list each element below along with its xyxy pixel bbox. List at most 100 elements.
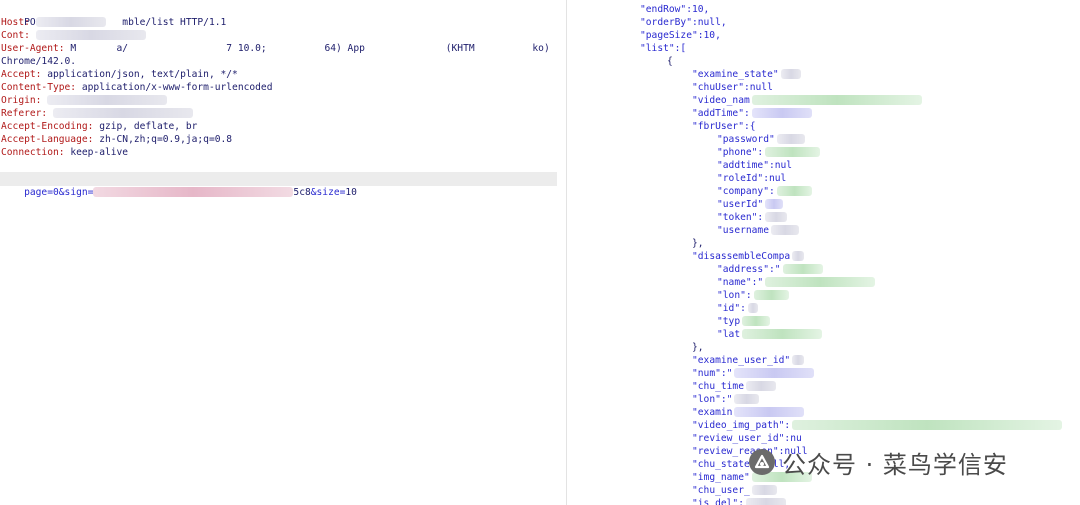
redacted-value — [776, 186, 812, 196]
redacted-value — [751, 108, 812, 118]
json-text: "token": — [717, 212, 764, 223]
json-text: "video_nam — [692, 95, 750, 106]
request-header-line[interactable]: Content-Type: application/x-www-form-url… — [1, 81, 272, 94]
json-text: "num":" — [692, 368, 733, 379]
redacted-value — [742, 329, 823, 339]
request-line: POST /api/ mble/list HTTP/1.1 — [24, 17, 227, 28]
json-line: "examin — [692, 406, 805, 419]
header-name: Origin: — [1, 95, 48, 106]
json-text: "is_del": — [692, 498, 744, 505]
request-header-line[interactable]: Referer: — [1, 107, 193, 120]
json-line: "addtime":nul — [717, 159, 792, 172]
json-text: "lon":" — [692, 394, 733, 405]
request-header-line[interactable]: Host: — [1, 16, 106, 29]
header-name: Accept-Encoding: — [1, 121, 100, 132]
redacted-value — [734, 368, 815, 378]
json-text: "disassembleCompa — [692, 251, 791, 262]
redacted-value — [765, 277, 876, 287]
json-line: "address":" — [717, 263, 823, 276]
request-header-line[interactable]: User-Agent: M a/ 7 10.0; 64) App (KHTM k… — [1, 42, 550, 55]
json-line: "username — [717, 224, 799, 237]
request-header-line[interactable]: Accept-Language: zh-CN,zh;q=0.9,ja;q=0.8 — [1, 133, 232, 146]
json-text: "name":" — [717, 277, 764, 288]
redacted-value — [734, 407, 805, 417]
json-line: "lon": — [717, 289, 789, 302]
header-name: Accept: — [1, 69, 48, 80]
request-header-line[interactable]: Chrome/142.0. — [1, 55, 76, 68]
json-line: "phone": — [717, 146, 821, 159]
json-text: "id": — [717, 303, 746, 314]
json-text: }, — [692, 238, 704, 249]
json-text: "userId" — [717, 199, 764, 210]
json-text: "password" — [717, 134, 775, 145]
watermark-text: 公众号 · 菜鸟学信安 — [782, 450, 1008, 479]
json-line: "examine_state" — [692, 68, 801, 81]
redacted-value — [782, 264, 823, 274]
json-text: "addtime":nul — [717, 160, 793, 171]
json-text: "addTime": — [692, 108, 750, 119]
redacted-value — [780, 69, 801, 79]
json-line: "id": — [717, 302, 758, 315]
json-text: "list":[ — [640, 43, 687, 54]
json-line: "pageSize":10, — [640, 29, 721, 42]
json-line: "endRow":10, — [640, 3, 709, 16]
header-name: Connection: — [1, 147, 71, 158]
json-line: "fbrUser":{ — [692, 120, 756, 133]
request-header-line[interactable]: Accept: application/json, text/plain, */… — [1, 68, 238, 81]
redacted-sign — [93, 187, 294, 197]
redacted-value — [35, 17, 106, 27]
redacted-value — [765, 147, 821, 157]
json-text: "chuUser":null — [692, 82, 773, 93]
json-text: "chu_user_ — [692, 485, 750, 496]
json-text: { — [667, 56, 673, 67]
request-header-line[interactable]: Origin: — [1, 94, 168, 107]
json-line: "num":" — [692, 367, 815, 380]
request-header-line[interactable]: Connection: keep-alive — [1, 146, 128, 159]
json-line: "examine_user_id" — [692, 354, 805, 367]
json-line: "is_del": — [692, 497, 786, 505]
json-text: "video_img_path": — [692, 420, 791, 431]
json-text: "examin — [692, 407, 733, 418]
json-line: "company": — [717, 185, 812, 198]
request-pane: POST /api/ mble/list HTTP/1.1 page=0&sig… — [0, 0, 566, 505]
header-value: gzip, deflate, br — [99, 121, 198, 132]
redacted-value — [765, 199, 784, 209]
header-value: application/x-www-form-urlencoded — [81, 82, 273, 93]
json-text: "examine_state" — [692, 69, 779, 80]
header-name: User-Agent: — [1, 43, 71, 54]
json-line: "addTime": — [692, 107, 812, 120]
redacted-value — [765, 212, 788, 222]
request-body[interactable]: page=0&sign= 5c8&size=10 — [1, 173, 357, 198]
redacted-value — [792, 355, 805, 365]
json-line: "token": — [717, 211, 788, 224]
wechat-official-account-icon — [749, 449, 775, 475]
json-line: "video_img_path": — [692, 419, 1063, 432]
header-name: Referer: — [1, 108, 53, 119]
json-text: "examine_user_id" — [692, 355, 791, 366]
json-line: "video_nam — [692, 94, 922, 107]
redacted-value — [35, 30, 146, 40]
request-header-line[interactable]: Cont: — [1, 29, 146, 42]
json-line: "password" — [717, 133, 805, 146]
json-text: "fbrUser":{ — [692, 121, 756, 132]
header-name: Host: — [1, 17, 36, 28]
redacted-value — [776, 134, 805, 144]
json-text: "company": — [717, 186, 775, 197]
json-text: "pageSize":10, — [640, 30, 721, 41]
json-line: }, — [692, 341, 704, 354]
json-line: "chuUser":null — [692, 81, 773, 94]
json-text: }, — [692, 342, 704, 353]
json-line: "name":" — [717, 276, 876, 289]
json-text: "roleId":nul — [717, 173, 787, 184]
header-name: Content-Type: — [1, 82, 82, 93]
redacted-value — [52, 108, 193, 118]
header-name: Cont: — [1, 30, 36, 41]
request-header-line[interactable]: Accept-Encoding: gzip, deflate, br — [1, 120, 197, 133]
watermark: 公众号 · 菜鸟学信安 — [748, 442, 1008, 482]
json-line: "lat — [717, 328, 823, 341]
json-line: "lon":" — [692, 393, 760, 406]
json-line: "chu_user_ — [692, 484, 777, 497]
json-line: }, — [692, 237, 704, 250]
redacted-value — [747, 303, 758, 313]
redacted-value — [753, 290, 789, 300]
